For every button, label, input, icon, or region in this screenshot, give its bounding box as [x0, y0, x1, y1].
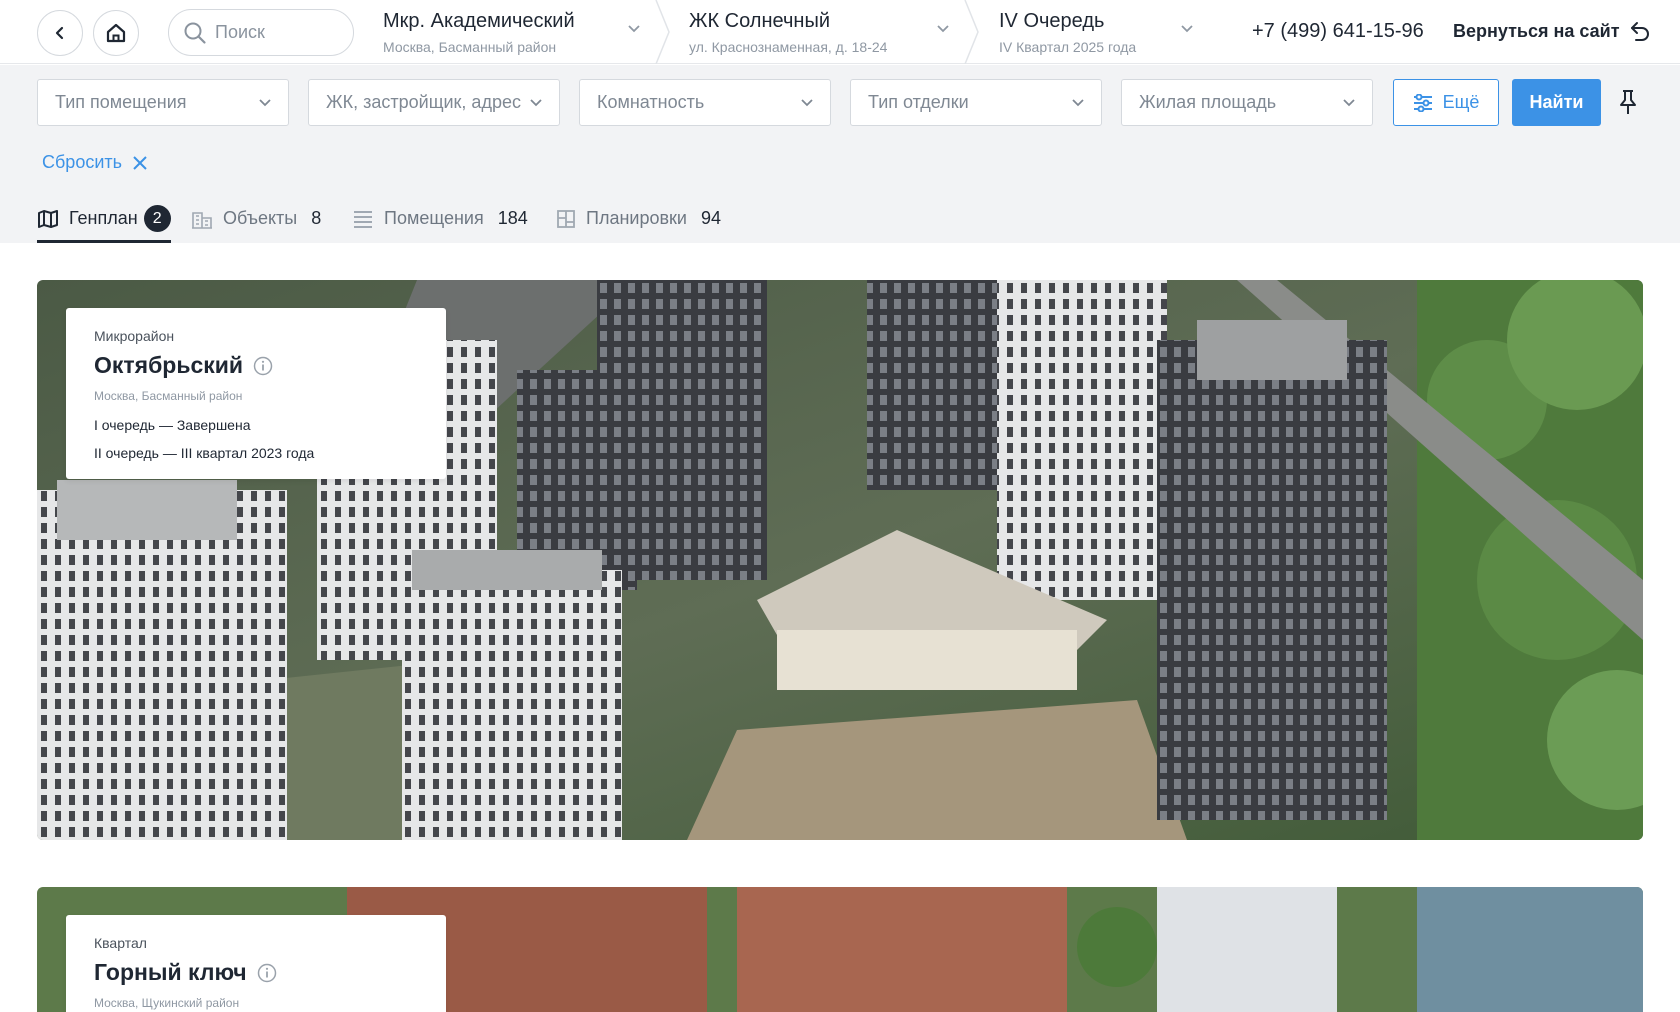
pin-icon[interactable]	[1618, 89, 1638, 115]
phase-status: I очередь — Завершена	[94, 417, 251, 433]
tab-badge: 2	[143, 205, 171, 232]
chevron-down-icon	[530, 98, 542, 106]
phase-status: II очередь — III квартал 2023 года	[94, 445, 315, 461]
quarter-type: Квартал	[94, 935, 147, 951]
search-box[interactable]	[168, 9, 354, 56]
district-info-panel: Микрорайон Октябрьский Москва, Басманный…	[66, 308, 446, 479]
select-label: Комнатность	[597, 92, 705, 112]
filter-panel: Тип помещения ЖК, застройщик, адрес Комн…	[0, 65, 1680, 243]
quarter-card[interactable]: Квартал Горный ключ Москва, Щукинский ра…	[37, 887, 1643, 1012]
living-area-select[interactable]: Жилая площадь	[1121, 79, 1373, 126]
back-to-site-label: Вернуться на сайт	[1453, 20, 1620, 41]
breadcrumb-subtitle: Москва, Басманный район	[383, 39, 557, 55]
chevron-down-icon	[259, 98, 271, 106]
tab-count: 94	[700, 208, 721, 228]
breadcrumb-title: Мкр. Академический	[383, 10, 575, 32]
info-icon[interactable]	[253, 356, 273, 376]
chevron-down-icon	[1343, 98, 1355, 106]
more-filters-label: Ещё	[1442, 92, 1480, 112]
quarter-location: Москва, Щукинский район	[94, 996, 240, 1010]
home-button[interactable]	[93, 10, 139, 56]
tab-layouts[interactable]: Планировки 94	[556, 203, 721, 243]
floorplan-icon	[557, 210, 575, 228]
tab-label: Помещения	[384, 208, 484, 228]
reset-label: Сбросить	[42, 152, 123, 172]
quarter-title: Горный ключ	[94, 959, 418, 986]
search-input[interactable]	[215, 22, 335, 43]
sliders-icon	[1413, 93, 1432, 112]
back-to-site-link[interactable]: Вернуться на сайт	[1453, 19, 1652, 43]
tab-premises[interactable]: Помещения 184	[352, 203, 528, 243]
tab-count: 184	[497, 208, 528, 228]
finish-type-select[interactable]: Тип отделки	[850, 79, 1102, 126]
rooms-select[interactable]: Комнатность	[579, 79, 831, 126]
district-type: Микрорайон	[94, 328, 175, 344]
tab-label: Объекты	[223, 208, 298, 228]
breadcrumb-title: IV Очередь	[999, 10, 1105, 32]
reset-filters-link[interactable]: Сбросить	[42, 152, 148, 173]
buildings-icon	[192, 212, 212, 229]
view-tabs: Генплан 2 Объекты 8 Помещения 184 Планир…	[0, 203, 1680, 243]
breadcrumb-subtitle: ул. Краснознаменная, д. 18-24	[689, 39, 888, 55]
back-button[interactable]	[37, 10, 83, 56]
tab-genplan[interactable]: Генплан 2	[37, 203, 171, 243]
room-type-select[interactable]: Тип помещения	[37, 79, 289, 126]
breadcrumb-subtitle: IV Квартал 2025 года	[999, 39, 1137, 55]
chevron-left-icon	[55, 26, 64, 40]
breadcrumb-complex[interactable]: ЖК Солнечный ул. Краснознаменная, д. 18-…	[689, 0, 954, 64]
search-icon	[184, 22, 206, 44]
chevron-down-icon	[801, 98, 813, 106]
district-name: Октябрьский	[94, 352, 244, 378]
district-title: Октябрьский	[94, 352, 418, 379]
find-button[interactable]: Найти	[1512, 79, 1601, 126]
tab-count: 8	[311, 208, 322, 228]
tab-label: Планировки	[586, 208, 687, 228]
breadcrumb-separator	[964, 0, 979, 64]
select-label: Жилая площадь	[1139, 92, 1277, 112]
complex-select[interactable]: ЖК, застройщик, адрес	[308, 79, 560, 126]
chevron-down-icon	[628, 25, 640, 33]
phone-number[interactable]: +7 (499) 641-15-96	[1252, 20, 1424, 43]
info-icon[interactable]	[257, 963, 277, 983]
breadcrumb-title: ЖК Солнечный	[689, 10, 830, 32]
home-icon	[106, 23, 126, 43]
chevron-down-icon	[1181, 25, 1193, 33]
breadcrumb-phase[interactable]: IV Очередь IV Квартал 2025 года	[999, 0, 1199, 64]
top-bar: Мкр. Академический Москва, Басманный рай…	[0, 0, 1680, 64]
quarter-name: Горный ключ	[94, 959, 247, 985]
select-label: Тип отделки	[868, 92, 969, 112]
more-filters-button[interactable]: Ещё	[1393, 79, 1499, 126]
return-arrow-icon	[1630, 22, 1649, 41]
tab-objects[interactable]: Объекты 8	[191, 203, 321, 243]
quarter-info-panel: Квартал Горный ключ Москва, Щукинский ра…	[66, 915, 446, 1012]
chevron-down-icon	[1072, 98, 1084, 106]
district-card[interactable]: Микрорайон Октябрьский Москва, Басманный…	[37, 280, 1643, 840]
select-label: ЖК, застройщик, адрес	[326, 92, 521, 112]
district-location: Москва, Басманный район	[94, 389, 243, 403]
select-label: Тип помещения	[55, 92, 187, 112]
breadcrumb-district[interactable]: Мкр. Академический Москва, Басманный рай…	[383, 0, 648, 64]
chevron-down-icon	[937, 25, 949, 33]
map-icon	[38, 210, 58, 228]
tab-label: Генплан	[69, 208, 138, 228]
breadcrumb-separator	[655, 0, 670, 64]
close-icon	[133, 155, 147, 170]
list-icon	[354, 211, 372, 228]
